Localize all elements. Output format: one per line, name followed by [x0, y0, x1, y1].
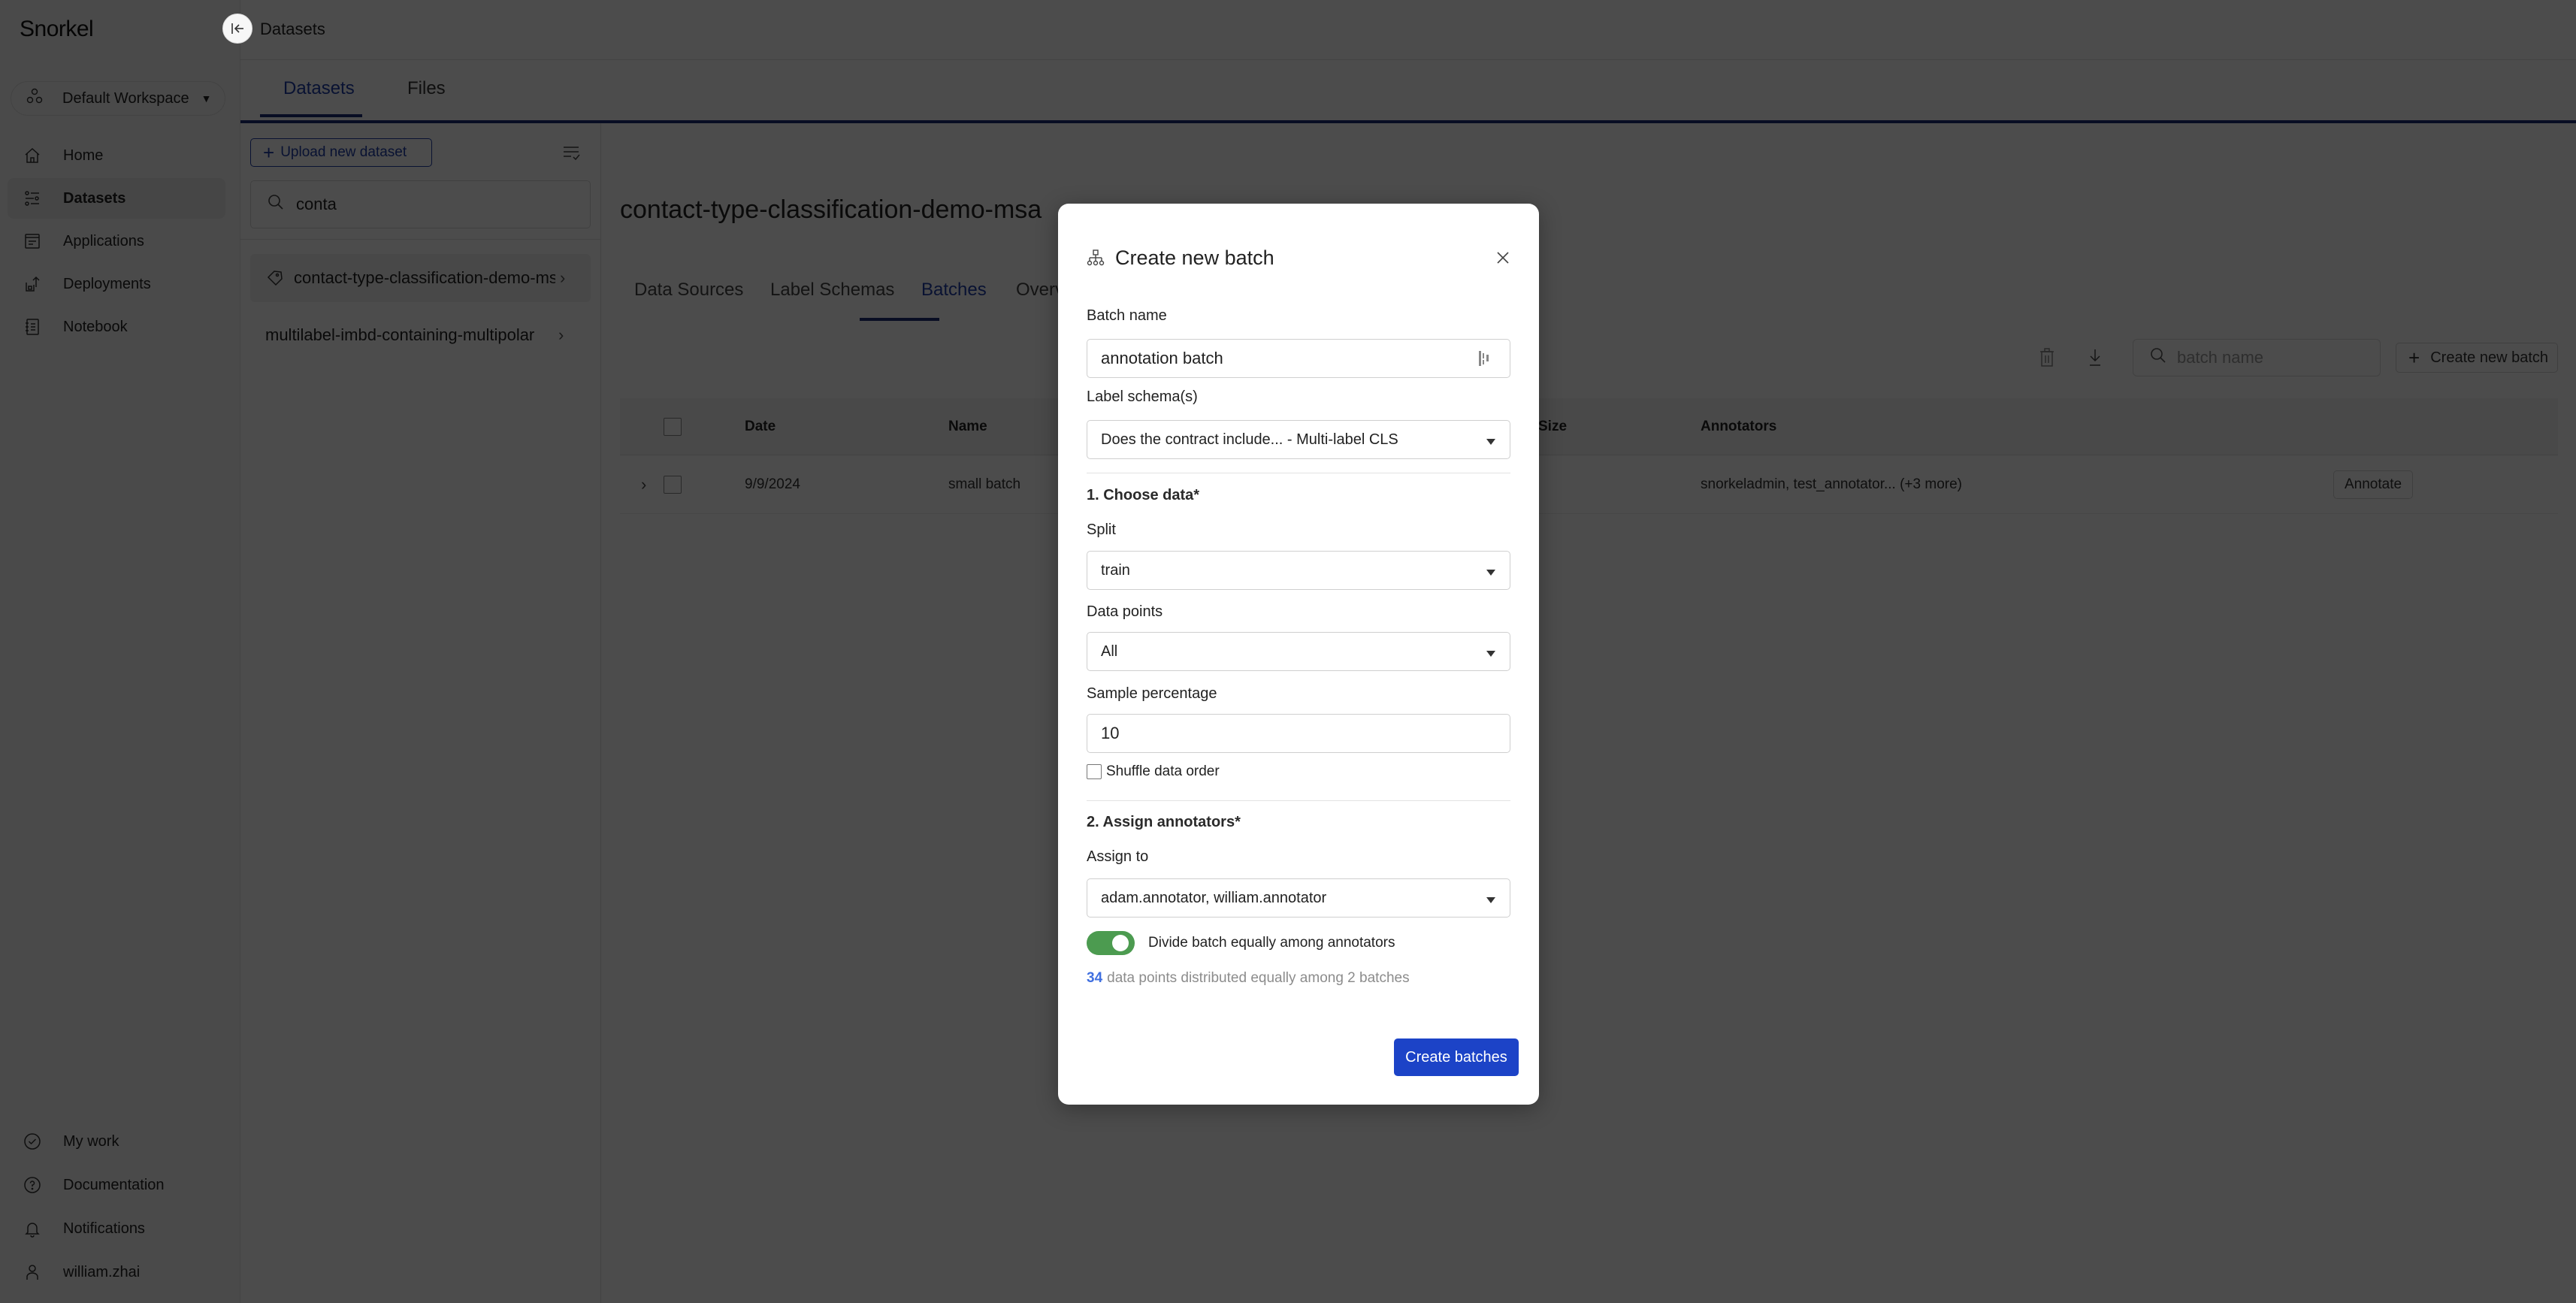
assign-to-value: adam.annotator, william.annotator [1101, 889, 1327, 906]
password-manager-icon[interactable] [1478, 350, 1490, 371]
distribution-text: data points distributed equally among 2 … [1107, 970, 1410, 986]
divide-batch-row: Divide batch equally among annotators [1087, 931, 1395, 955]
data-points-label: Data points [1087, 603, 1163, 620]
batch-hierarchy-icon [1087, 249, 1105, 267]
caret-down-icon [1486, 433, 1496, 450]
assign-to-label: Assign to [1087, 848, 1149, 865]
assign-to-select[interactable]: adam.annotator, william.annotator [1087, 878, 1510, 918]
label-schema-label: Label schema(s) [1087, 388, 1198, 405]
data-points-value: All [1101, 642, 1118, 660]
toggle-knob [1112, 935, 1129, 951]
divider [1087, 800, 1510, 801]
shuffle-data-row[interactable]: Shuffle data order [1087, 763, 1220, 780]
data-points-select[interactable]: All [1087, 632, 1510, 671]
distribution-summary: 34 data points distributed equally among … [1087, 970, 1410, 987]
caret-down-icon [1486, 645, 1496, 662]
shuffle-label: Shuffle data order [1106, 763, 1220, 779]
distribution-count: 34 [1087, 970, 1103, 986]
app-root: Snorkel Default Workspace ▼ Home Dataset… [0, 0, 2576, 1303]
caret-down-icon [1486, 891, 1496, 908]
section-choose-data-title: 1. Choose data* [1087, 487, 1200, 503]
split-label: Split [1087, 522, 1116, 538]
create-batches-button[interactable]: Create batches [1394, 1038, 1519, 1076]
create-batch-modal: Create new batch Batch name annotation b… [1058, 204, 1539, 1105]
batch-name-value: annotation batch [1101, 349, 1223, 367]
split-select[interactable]: train [1087, 551, 1510, 590]
modal-header: Create new batch [1087, 243, 1513, 273]
sample-percentage-label: Sample percentage [1087, 685, 1217, 702]
sample-percentage-value: 10 [1101, 724, 1120, 742]
sample-percentage-input[interactable]: 10 [1087, 714, 1510, 753]
shuffle-checkbox[interactable] [1087, 764, 1102, 779]
batch-name-input[interactable]: annotation batch [1087, 339, 1510, 378]
label-schema-select[interactable]: Does the contract include... - Multi-lab… [1087, 420, 1510, 459]
divide-batch-label: Divide batch equally among annotators [1148, 935, 1395, 951]
close-icon[interactable] [1492, 247, 1513, 268]
section-assign-annotators-title: 2. Assign annotators* [1087, 814, 1241, 830]
label-schema-value: Does the contract include... - Multi-lab… [1101, 431, 1398, 448]
modal-title: Create new batch [1115, 246, 1274, 269]
batch-name-label: Batch name [1087, 307, 1167, 324]
divide-batch-toggle[interactable] [1087, 931, 1135, 955]
caret-down-icon [1486, 564, 1496, 581]
collapse-sidebar-button[interactable] [222, 14, 252, 44]
collapse-left-icon [231, 23, 243, 34]
split-value: train [1101, 561, 1130, 579]
